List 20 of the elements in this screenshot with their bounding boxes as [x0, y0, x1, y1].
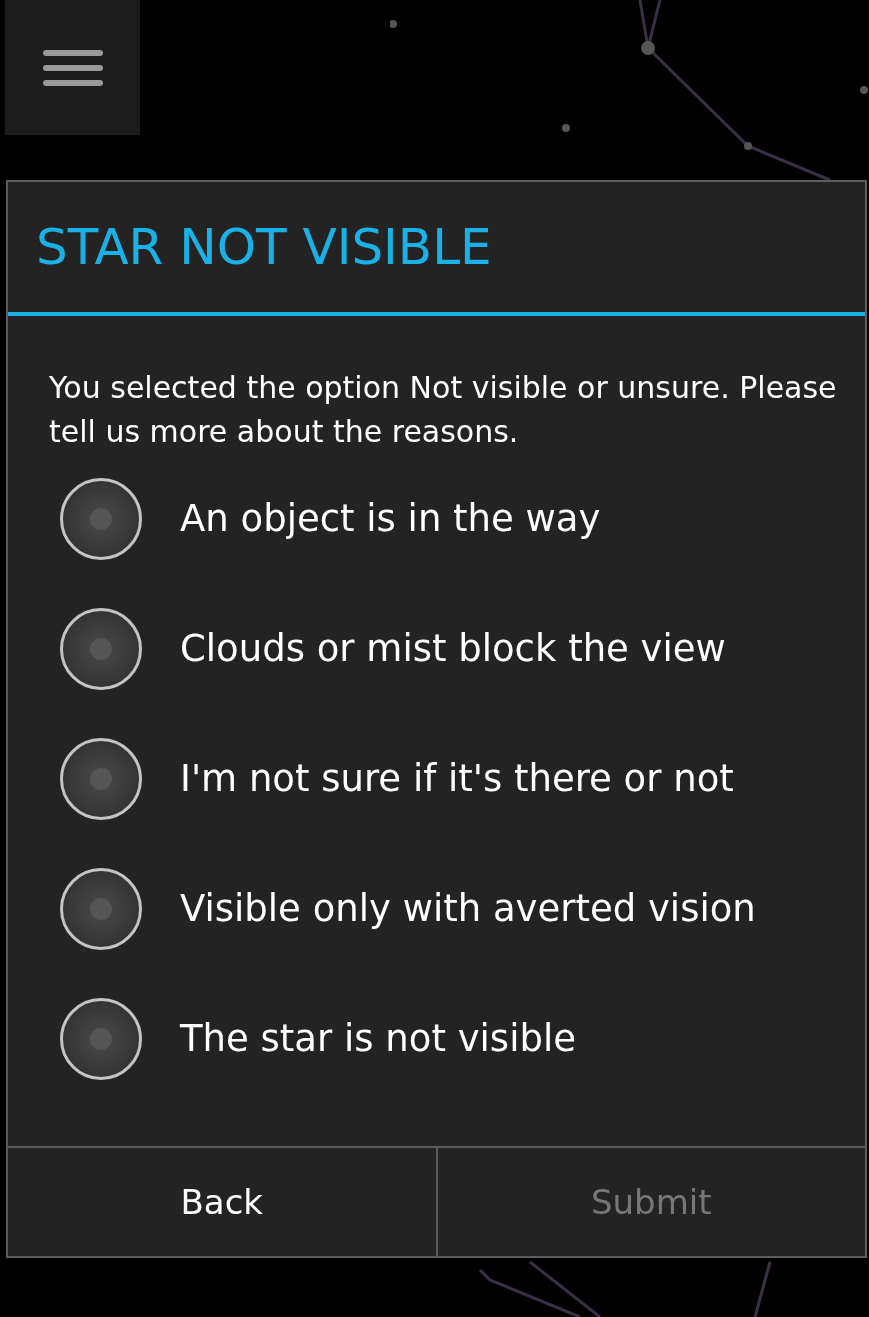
star-dot	[641, 41, 655, 55]
radio-option[interactable]: The star is not visible	[8, 974, 865, 1104]
radio-option[interactable]: An object is in the way	[8, 454, 865, 584]
option-label: An object is in the way	[180, 496, 601, 543]
option-label: Clouds or mist block the view	[180, 626, 726, 673]
option-label: I'm not sure if it's there or not	[180, 756, 734, 803]
star-dot	[860, 86, 868, 94]
option-label: Visible only with averted vision	[180, 886, 756, 933]
star-dot	[562, 124, 570, 132]
dialog-button[interactable]: Back	[8, 1148, 436, 1256]
radio-option[interactable]: I'm not sure if it's there or not	[8, 714, 865, 844]
star-dot	[744, 142, 752, 150]
radio-option[interactable]: Clouds or mist block the view	[8, 584, 865, 714]
menu-icon	[42, 47, 103, 88]
radio-option[interactable]: Visible only with averted vision	[8, 844, 865, 974]
dialog-message: You selected the option Not visible or unsure. Please tell us more about the reasons.	[49, 369, 838, 451]
option-label: The star is not visible	[180, 1016, 576, 1063]
dialog-title: STAR NOT VISIBLE	[36, 216, 492, 278]
constellation-line	[753, 1261, 772, 1317]
menu-button[interactable]	[5, 0, 140, 135]
